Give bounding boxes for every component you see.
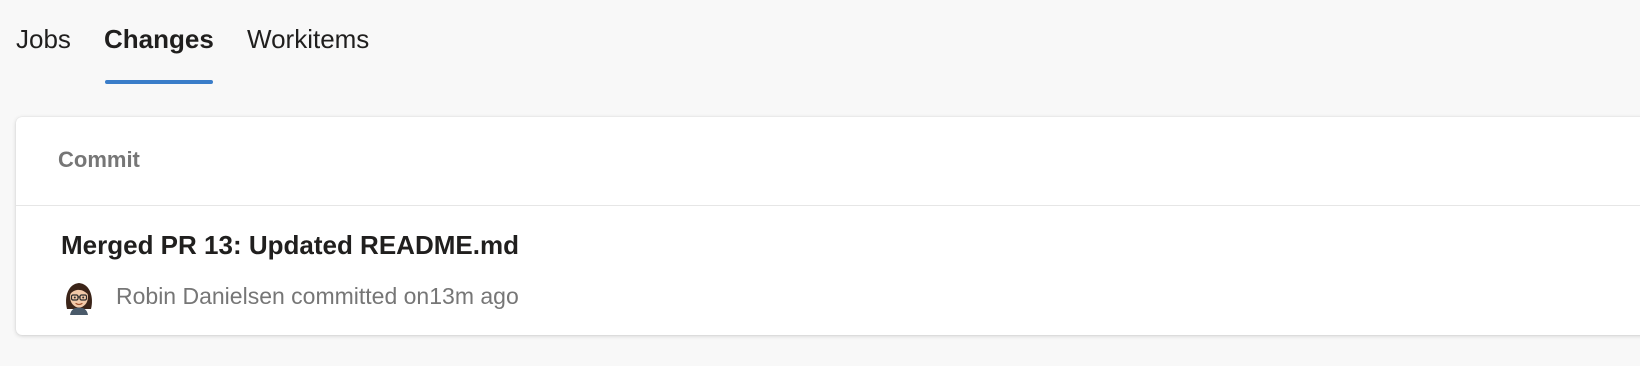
commit-title[interactable]: Merged PR 13: Updated README.md [61,228,519,262]
tab-bar: Jobs Changes Workitems [0,0,600,86]
tab-jobs[interactable]: Jobs [16,22,71,56]
table-header: Commit [16,117,1640,206]
column-header-commit: Commit [58,147,140,172]
tab-changes[interactable]: Changes [104,22,214,56]
commit-time: 13m ago [429,283,519,309]
commits-card: Commit Merged PR 13: Updated README.md R… [16,117,1640,335]
commit-author: Robin Danielsen [116,283,285,309]
commit-action: committed on [291,283,430,309]
avatar-emoji-icon [61,279,97,315]
tab-workitems[interactable]: Workitems [247,22,369,56]
commit-meta: Robin Danielsen committed on13m ago [116,280,519,312]
table-row[interactable]: Merged PR 13: Updated README.md Robin Da… [16,206,1640,335]
selected-tab-indicator [105,80,213,84]
